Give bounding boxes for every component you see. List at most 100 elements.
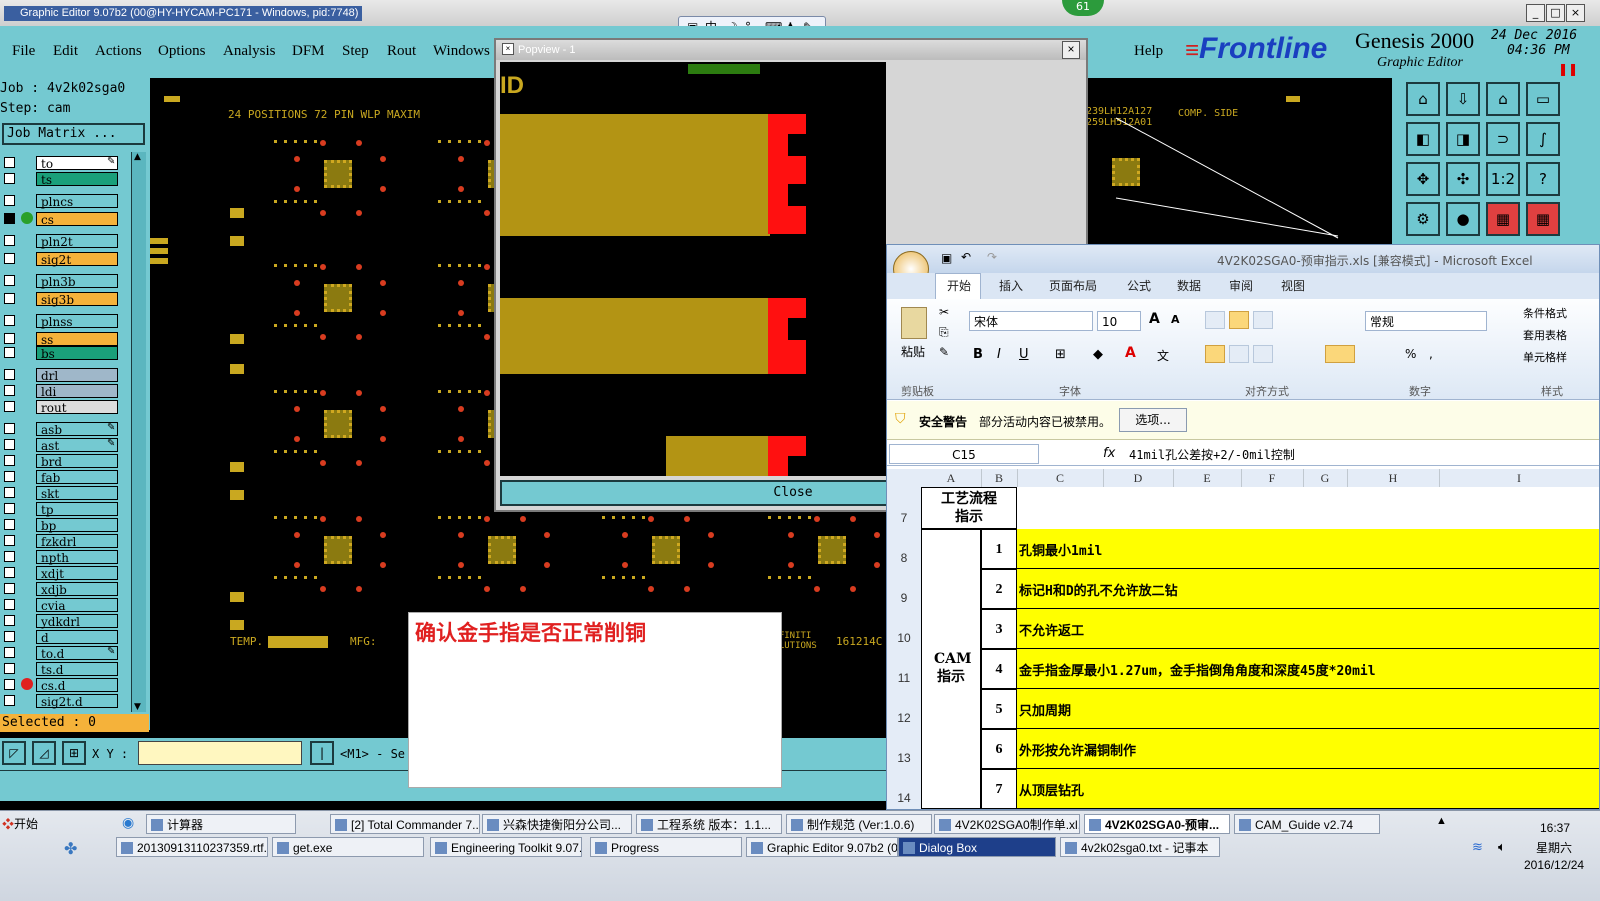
menu-edit[interactable]: Edit	[53, 43, 78, 60]
layer-row[interactable]: bs	[4, 346, 118, 361]
snap-icon[interactable]: ∫	[1526, 122, 1560, 156]
taskbar-item[interactable]: 工程系统 版本：1.1...	[636, 814, 782, 834]
layer-name[interactable]: plncs	[36, 194, 118, 209]
taskbar-item[interactable]: get.exe	[272, 837, 424, 857]
options-button[interactable]: 选项...	[1119, 408, 1187, 432]
align-left-icon[interactable]	[1205, 345, 1225, 363]
layer-row[interactable]: fab	[4, 470, 118, 485]
layer-name[interactable]: ldi	[36, 384, 118, 399]
layer-checkbox[interactable]	[4, 455, 15, 466]
col-a[interactable]: A	[921, 469, 982, 487]
layer-row[interactable]: ts	[4, 172, 118, 187]
layer-row[interactable]: to ✎	[4, 156, 118, 171]
layer-checkbox[interactable]	[4, 423, 15, 434]
layer-row[interactable]: to.d ✎	[4, 646, 118, 661]
tab-home-label[interactable]: 开始	[947, 277, 971, 294]
layer-row[interactable]: d	[4, 630, 118, 645]
col-h[interactable]: H	[1347, 469, 1440, 487]
settings-icon[interactable]: ⚙	[1406, 202, 1440, 236]
xy-input[interactable]	[138, 741, 302, 765]
quick-launch-ie-icon[interactable]: ◉	[122, 814, 134, 831]
layer-checkbox[interactable]	[4, 385, 15, 396]
row-number[interactable]: 11	[887, 671, 921, 685]
fit-icon[interactable]: ✥	[1406, 162, 1440, 196]
layer-checkbox[interactable]	[4, 439, 15, 450]
layer-row[interactable]: ts.d	[4, 662, 118, 677]
sheet-grid[interactable]: A B C D E F G H I 工艺流程指示 CAM指示 7 8 1 孔铜最小1m…	[887, 469, 1599, 809]
layer-row[interactable]: cvia	[4, 598, 118, 613]
comma-icon[interactable]: ,	[1429, 347, 1433, 361]
layer-name[interactable]: tp	[36, 502, 118, 517]
taskbar-item[interactable]: Progress	[590, 837, 742, 857]
instruction-row[interactable]: 标记H和D的孔不允许放二钻	[1017, 569, 1599, 609]
layer-name[interactable]: asb	[36, 422, 118, 437]
minimize-button[interactable]: _	[1526, 4, 1545, 22]
layer-row[interactable]: rout	[4, 400, 118, 415]
layer-row[interactable]: xdjb	[4, 582, 118, 597]
layer-name[interactable]: npth	[36, 550, 118, 565]
menu-dfm[interactable]: DFM	[292, 43, 325, 60]
layer-row[interactable]: plncs	[4, 194, 118, 209]
menu-windows[interactable]: Windows	[433, 43, 490, 60]
item-number-cell[interactable]: 1	[981, 529, 1017, 569]
menu-step[interactable]: Step	[342, 43, 369, 60]
item-number-cell[interactable]: 3	[981, 609, 1017, 649]
fx-icon[interactable]: fx	[1103, 446, 1115, 461]
item-number-cell[interactable]: 6	[981, 729, 1017, 769]
menu-file[interactable]: File	[12, 43, 35, 60]
layer-checkbox[interactable]	[4, 647, 15, 658]
zoom-down-icon[interactable]: ⇩	[1446, 82, 1480, 116]
section-cell[interactable]: CAM指示	[921, 529, 981, 809]
layer-checkbox[interactable]	[4, 369, 15, 380]
grid-tool-icon[interactable]: ⊞	[62, 741, 86, 765]
layer-name[interactable]: sig2t.d	[36, 694, 118, 709]
layer-checkbox[interactable]	[4, 293, 15, 304]
align-right-icon[interactable]	[1253, 345, 1273, 363]
layer-name[interactable]: brd	[36, 454, 118, 469]
instruction-row[interactable]: 从顶层钻孔	[1017, 769, 1599, 809]
layer-checkbox[interactable]	[4, 253, 15, 264]
align-bottom-icon[interactable]	[1253, 311, 1273, 329]
layer-name[interactable]: xdjt	[36, 566, 118, 581]
underline-icon[interactable]: U	[1019, 347, 1029, 362]
menu-actions[interactable]: Actions	[95, 43, 142, 60]
layer-name[interactable]: skt	[36, 486, 118, 501]
window-icon[interactable]: ▭	[1526, 82, 1560, 116]
layer-name[interactable]: rout	[36, 400, 118, 415]
layer-name[interactable]: ts	[36, 172, 118, 187]
font-color-icon[interactable]: A	[1125, 345, 1136, 361]
job-matrix-button[interactable]: Job Matrix ...	[2, 123, 145, 145]
menu-options[interactable]: Options	[158, 43, 206, 60]
row-number[interactable]: 9	[887, 591, 921, 605]
layer-checkbox[interactable]	[4, 471, 15, 482]
layer-name[interactable]: ydkdrl	[36, 614, 118, 629]
layer-checkbox[interactable]	[4, 631, 15, 642]
layer-name[interactable]: fzkdrl	[36, 534, 118, 549]
layer-checkbox[interactable]	[4, 333, 15, 344]
format-painter-icon[interactable]: ✎	[939, 345, 949, 359]
grow-font-icon[interactable]: A	[1149, 311, 1160, 327]
col-d[interactable]: D	[1103, 469, 1174, 487]
layer-row[interactable]: pln3b	[4, 274, 118, 289]
taskbar-item[interactable]: 20130913110237359.rtf...	[116, 837, 268, 857]
layer-row[interactable]: fzkdrl	[4, 534, 118, 549]
col-c[interactable]: C	[1017, 469, 1104, 487]
layer-name[interactable]: ast	[36, 438, 118, 453]
shrink-font-icon[interactable]: A	[1171, 313, 1180, 326]
paste-label[interactable]: 粘贴	[901, 343, 925, 360]
quick-launch-icon[interactable]: ✤	[64, 839, 77, 859]
paste-icon[interactable]	[901, 307, 927, 339]
layer-name[interactable]: cs	[36, 212, 118, 227]
layer-row[interactable]: sig2t.d	[4, 694, 118, 709]
redo-icon[interactable]: ↷	[987, 250, 997, 264]
taskbar-item[interactable]: Graphic Editor 9.07b2 (0...	[746, 837, 898, 857]
taskbar-item[interactable]: 4V2K02SGA0-预审...	[1084, 814, 1230, 834]
taskbar-item[interactable]: Dialog Box	[898, 837, 1056, 857]
layer-checkbox[interactable]	[4, 315, 15, 326]
layer-checkbox[interactable]	[4, 487, 15, 498]
cell-styles-button[interactable]: 单元格样	[1523, 349, 1567, 365]
layer-row[interactable]: cs.d	[4, 678, 118, 693]
row-number[interactable]: 12	[887, 711, 921, 725]
layer-name[interactable]: sig2t	[36, 252, 118, 267]
layer-checkbox[interactable]	[4, 599, 15, 610]
